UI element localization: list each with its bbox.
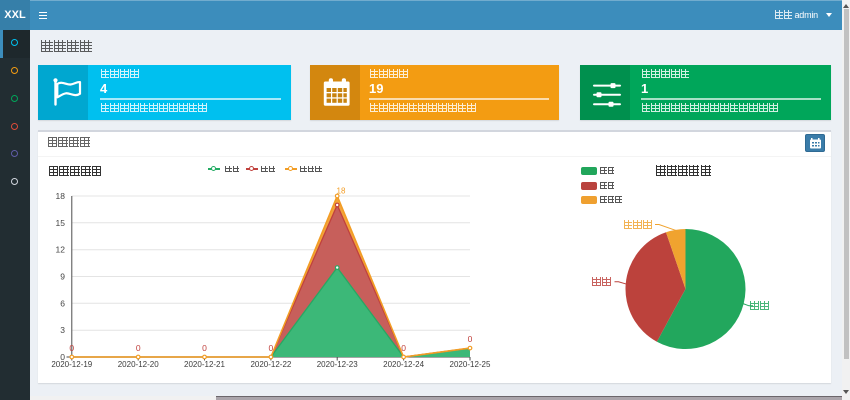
- svg-text:0: 0: [136, 343, 141, 353]
- svg-text:9: 9: [60, 272, 65, 282]
- svg-text:0: 0: [401, 343, 406, 353]
- svg-text:6: 6: [60, 298, 65, 308]
- svg-text:3: 3: [60, 325, 65, 335]
- svg-text:2020-12-19: 2020-12-19: [51, 360, 92, 369]
- svg-text:0: 0: [69, 343, 74, 353]
- svg-text:2020-12-21: 2020-12-21: [184, 360, 225, 369]
- svg-text:12: 12: [56, 245, 66, 255]
- svg-text:2020-12-23: 2020-12-23: [317, 360, 358, 369]
- svg-text:2020-12-24: 2020-12-24: [383, 360, 424, 369]
- svg-text:0: 0: [468, 334, 473, 344]
- svg-text:18: 18: [56, 191, 66, 201]
- svg-text:2020-12-22: 2020-12-22: [250, 360, 291, 369]
- svg-text:2020-12-20: 2020-12-20: [118, 360, 159, 369]
- svg-text:0: 0: [269, 343, 274, 353]
- svg-text:15: 15: [56, 218, 66, 228]
- svg-text:0: 0: [202, 343, 207, 353]
- svg-text:2020-12-25: 2020-12-25: [450, 360, 491, 369]
- svg-text:18: 18: [337, 187, 346, 196]
